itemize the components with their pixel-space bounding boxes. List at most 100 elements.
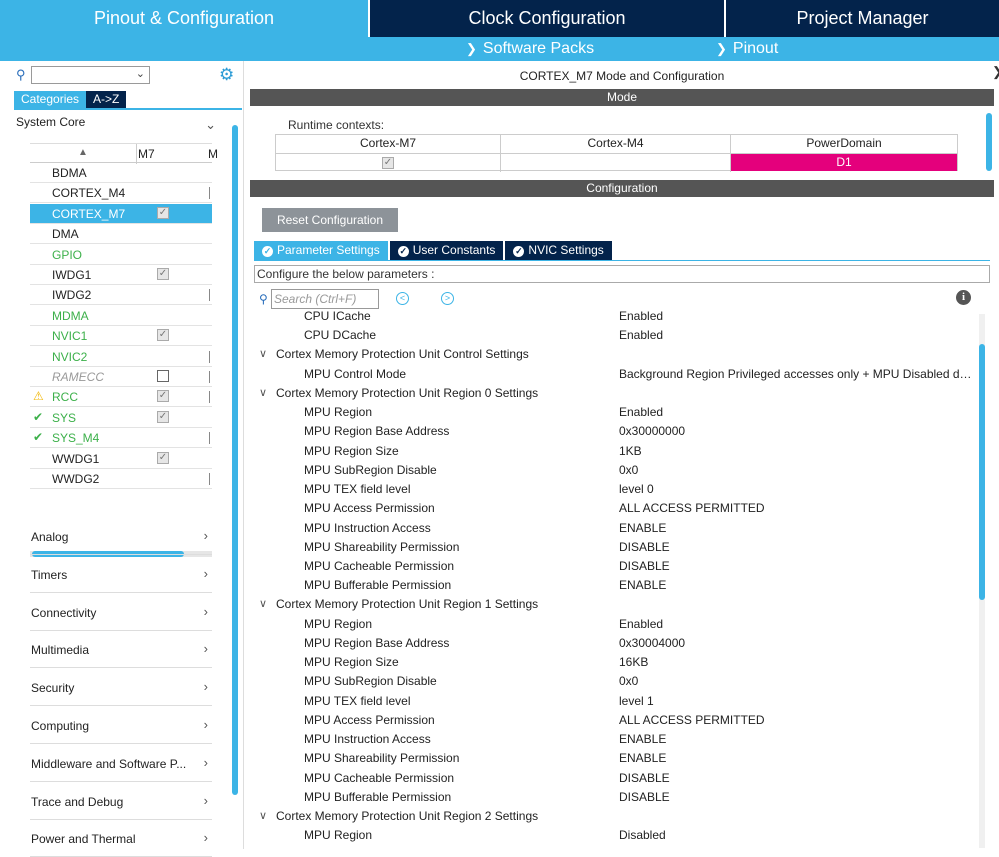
peripheral-row[interactable]: GPIO	[30, 245, 212, 265]
parameter-row[interactable]: MPU Bufferable Permission ENABLE	[250, 575, 978, 594]
parameter-value[interactable]: ENABLE	[619, 578, 666, 592]
tab-nvic-settings[interactable]: ✓ NVIC Settings	[505, 241, 612, 260]
parameter-value[interactable]: Enabled	[619, 328, 663, 342]
power-domain-value[interactable]: D1	[731, 153, 957, 171]
parameter-value[interactable]: 0x0	[619, 463, 638, 477]
parameter-row[interactable]: MPU TEX field level level 1	[250, 691, 978, 710]
info-icon[interactable]: i	[956, 290, 971, 305]
checkbox-checked[interactable]: ✓	[157, 268, 169, 280]
parameter-scrollbar[interactable]	[979, 314, 985, 848]
parameter-value[interactable]: 0x30000000	[619, 424, 685, 438]
peripheral-row[interactable]: ✔ SYS ✓	[30, 408, 212, 428]
parameter-value[interactable]: Enabled	[619, 309, 663, 323]
context-cell[interactable]	[501, 153, 730, 171]
parameter-row[interactable]: MPU Region Base Address 0x30004000	[250, 633, 978, 652]
chevron-down-icon[interactable]: ∨	[259, 597, 267, 610]
peripheral-row[interactable]: RAMECC	[30, 367, 212, 387]
peripheral-row[interactable]: CORTEX_M7 ✓	[30, 204, 212, 224]
parameter-section[interactable]: ∨ Cortex Memory Protection Unit Control S…	[250, 344, 978, 363]
peripheral-row[interactable]: NVIC1 ✓	[30, 326, 212, 346]
category-row[interactable]: Computing ›	[30, 706, 212, 744]
parameter-value[interactable]: ENABLE	[619, 751, 666, 765]
peripheral-row[interactable]: DMA	[30, 224, 212, 244]
parameter-row[interactable]: MPU Cacheable Permission DISABLE	[250, 556, 978, 575]
category-row[interactable]: Connectivity ›	[30, 593, 212, 631]
parameter-row[interactable]: MPU Control Mode Background Region Privil…	[250, 364, 978, 383]
parameter-row[interactable]: MPU SubRegion Disable 0x0	[250, 460, 978, 479]
category-row[interactable]: Multimedia ›	[30, 630, 212, 668]
checkbox-unchecked[interactable]	[157, 370, 169, 382]
mode-scrollbar[interactable]	[986, 113, 992, 171]
tab-pinout-configuration[interactable]: Pinout & Configuration	[0, 0, 368, 37]
parameter-value[interactable]: 1KB	[619, 444, 642, 458]
vertical-scrollbar[interactable]	[232, 125, 238, 795]
parameter-value[interactable]: level 0	[619, 482, 654, 496]
peripheral-row[interactable]: IWDG1 ✓	[30, 265, 212, 285]
parameter-section[interactable]: ∨ Cortex Memory Protection Unit Region 2 …	[250, 806, 978, 825]
peripheral-row[interactable]: BDMA	[30, 163, 212, 183]
software-packs-menu[interactable]: ❯ Software Packs	[466, 40, 594, 58]
parameter-row[interactable]: MPU Region Disabled	[250, 825, 978, 844]
category-row[interactable]: Middleware and Software P... ›	[30, 744, 212, 782]
parameter-value[interactable]: Enabled	[619, 617, 663, 631]
category-row[interactable]: Power and Thermal ›	[30, 819, 212, 857]
checkbox-checked[interactable]: ✓	[157, 207, 169, 219]
parameter-value[interactable]: ALL ACCESS PERMITTED	[619, 713, 765, 727]
category-row[interactable]: Timers ›	[30, 555, 212, 593]
parameter-value[interactable]: level 1	[619, 694, 654, 708]
tab-a-to-z[interactable]: A->Z	[86, 91, 127, 108]
chevron-down-icon[interactable]: ∨	[259, 809, 267, 822]
chevron-down-icon[interactable]: ⌄	[136, 67, 145, 80]
parameter-row[interactable]: MPU TEX field level level 0	[250, 479, 978, 498]
parameter-row[interactable]: MPU Region Enabled	[250, 402, 978, 421]
tab-project-manager[interactable]: Project Manager	[724, 0, 999, 37]
group-system-core[interactable]: System Core ⌄	[16, 115, 216, 137]
peripheral-row[interactable]: WWDG1 ✓	[30, 449, 212, 469]
parameter-value[interactable]: DISABLE	[619, 771, 670, 785]
tab-user-constants[interactable]: ✓ User Constants	[389, 241, 504, 260]
category-search-combo[interactable]: ⌄	[31, 66, 150, 84]
checkbox-checked[interactable]: ✓	[157, 329, 169, 341]
parameter-value[interactable]: DISABLE	[619, 540, 670, 554]
reset-configuration-button[interactable]: Reset Configuration	[262, 208, 398, 232]
parameter-value[interactable]: 0x0	[619, 674, 638, 688]
collapse-icon[interactable]: ❯	[992, 64, 999, 80]
parameter-row[interactable]: MPU Instruction Access ENABLE	[250, 729, 978, 748]
parameter-value[interactable]: Background Region Privileged accesses on…	[619, 367, 977, 381]
search-next-icon[interactable]: >	[441, 292, 454, 305]
category-row[interactable]: Trace and Debug ›	[30, 782, 212, 820]
tab-categories[interactable]: Categories	[14, 91, 87, 108]
parameter-row[interactable]: MPU Region Base Address 0x30000000	[250, 421, 978, 440]
gear-icon[interactable]: ⚙	[219, 65, 234, 85]
parameter-row[interactable]: MPU Access Permission ALL ACCESS PERMITTE…	[250, 498, 978, 517]
sort-icon[interactable]: ▲	[78, 147, 88, 158]
parameter-section[interactable]: ∨ Cortex Memory Protection Unit Region 0 …	[250, 383, 978, 402]
context-cell[interactable]: ✓	[276, 153, 500, 171]
scrollbar-thumb[interactable]	[979, 344, 985, 600]
parameter-row[interactable]: CPU ICache Enabled	[250, 306, 978, 325]
parameter-row[interactable]: MPU Region Size 16KB	[250, 652, 978, 671]
peripheral-row[interactable]: CORTEX_M4	[30, 183, 212, 203]
chevron-down-icon[interactable]: ∨	[259, 386, 267, 399]
parameter-value[interactable]: 0x30004000	[619, 636, 685, 650]
peripheral-row[interactable]: IWDG2	[30, 285, 212, 305]
peripheral-row[interactable]: WWDG2	[30, 469, 212, 489]
pinout-menu[interactable]: ❯ Pinout	[716, 40, 778, 58]
checkbox-checked[interactable]: ✓	[157, 390, 169, 402]
parameter-row[interactable]: MPU Shareability Permission ENABLE	[250, 748, 978, 767]
parameter-row[interactable]: MPU Region Size 1KB	[250, 441, 978, 460]
parameter-row[interactable]: CPU DCache Enabled	[250, 325, 978, 344]
peripheral-row[interactable]: NVIC2	[30, 347, 212, 367]
parameter-value[interactable]: Disabled	[619, 828, 666, 842]
parameter-value[interactable]: ALL ACCESS PERMITTED	[619, 501, 765, 515]
tab-clock-configuration[interactable]: Clock Configuration	[368, 0, 724, 37]
parameter-value[interactable]: ENABLE	[619, 732, 666, 746]
parameter-value[interactable]: 16KB	[619, 655, 648, 669]
parameter-value[interactable]: ENABLE	[619, 521, 666, 535]
search-previous-icon[interactable]: <	[396, 292, 409, 305]
parameter-section[interactable]: ∨ Cortex Memory Protection Unit Region 1 …	[250, 594, 978, 613]
parameter-value[interactable]: DISABLE	[619, 790, 670, 804]
parameter-row[interactable]: MPU Instruction Access ENABLE	[250, 518, 978, 537]
peripheral-row[interactable]: MDMA	[30, 306, 212, 326]
peripheral-row[interactable]: ⚠ RCC ✓	[30, 387, 212, 407]
